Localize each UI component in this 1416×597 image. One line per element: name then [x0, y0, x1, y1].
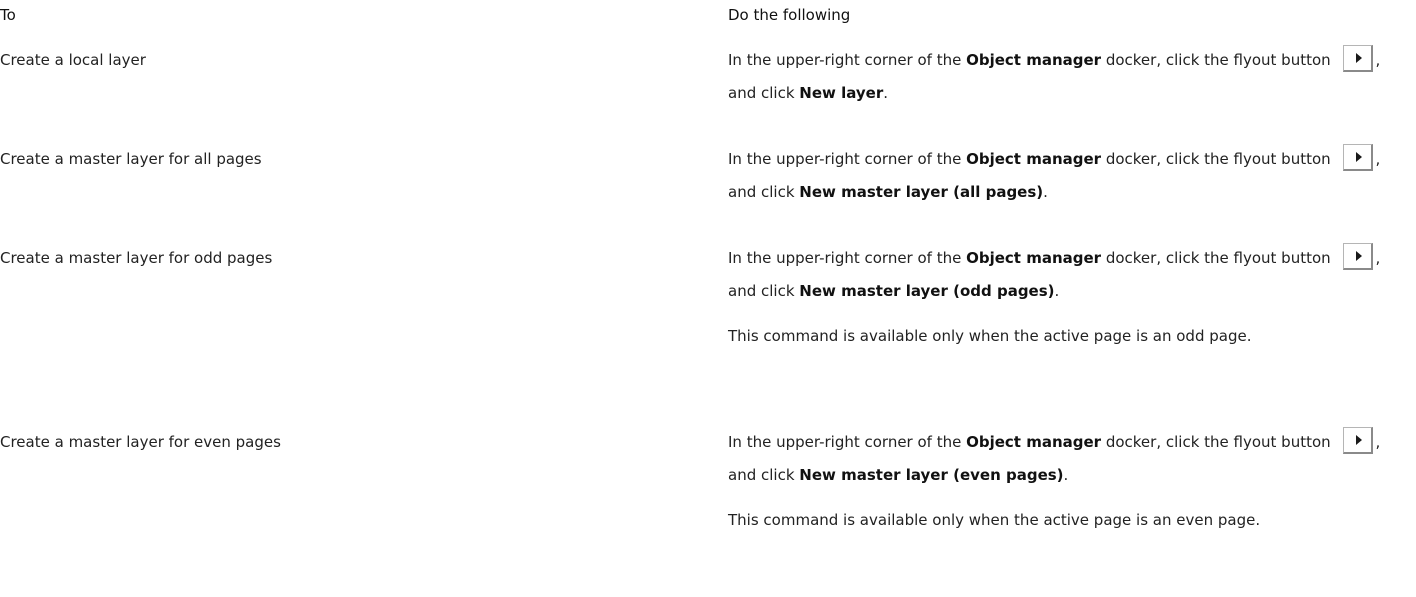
instruction-cell: In the upper-right corner of the Object …	[728, 426, 1400, 537]
task-label: Create a local layer	[0, 51, 146, 69]
task-label: Create a master layer for all pages	[0, 150, 262, 168]
instruction-cell: In the upper-right corner of the Object …	[728, 242, 1400, 353]
header-do-the-following: Do the following	[728, 6, 851, 24]
instruction-text: In the upper-right corner of the Object …	[728, 44, 1400, 110]
docker-name: Object manager	[966, 150, 1102, 168]
instruction-cell: In the upper-right corner of the Object …	[728, 143, 1400, 209]
flyout-button-icon	[1343, 144, 1374, 171]
command-name: New layer	[799, 84, 884, 102]
table-header: To Do the following	[0, 0, 1416, 40]
availability-note: This command is available only when the …	[728, 327, 1252, 345]
flyout-button-icon	[1343, 243, 1374, 270]
command-name: New master layer (even pages)	[799, 466, 1064, 484]
availability-note: This command is available only when the …	[728, 511, 1261, 529]
instruction-cell: In the upper-right corner of the Object …	[728, 44, 1400, 110]
docker-name: Object manager	[966, 433, 1102, 451]
instruction-text: In the upper-right corner of the Object …	[728, 143, 1400, 209]
flyout-button-icon	[1343, 45, 1374, 72]
command-name: New master layer (odd pages)	[799, 282, 1055, 300]
docker-name: Object manager	[966, 249, 1102, 267]
header-to: To	[0, 6, 16, 24]
instruction-text: In the upper-right corner of the Object …	[728, 426, 1400, 492]
task-label: Create a master layer for odd pages	[0, 249, 273, 267]
docker-name: Object manager	[966, 51, 1102, 69]
flyout-button-icon	[1343, 427, 1374, 454]
task-label: Create a master layer for even pages	[0, 433, 281, 451]
command-name: New master layer (all pages)	[799, 183, 1044, 201]
instruction-text: In the upper-right corner of the Object …	[728, 242, 1400, 308]
